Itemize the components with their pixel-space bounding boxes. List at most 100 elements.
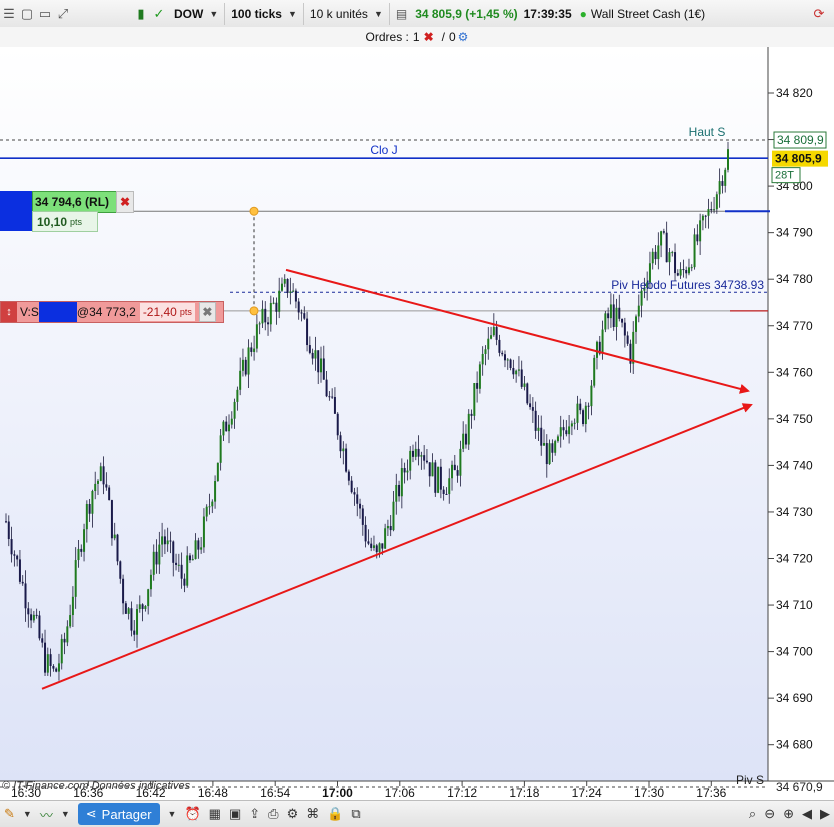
- orders-count-a: 1: [412, 30, 420, 44]
- candle-bear: [350, 480, 353, 493]
- candle-bear: [133, 630, 136, 635]
- share-button[interactable]: ⋖ Partager: [77, 803, 160, 825]
- order-long-price: 34 794,6 (RL): [35, 195, 110, 210]
- candle-bear: [13, 554, 16, 556]
- scroll-right-icon[interactable]: ▶: [816, 802, 834, 826]
- candle-bear: [294, 290, 297, 302]
- candle-bull: [478, 364, 481, 389]
- drawing-tools-icon[interactable]: ✎: [0, 802, 19, 826]
- window-split-icon[interactable]: ⧉: [347, 802, 364, 826]
- order-direction-icon[interactable]: ↕: [1, 301, 17, 322]
- candle-bear: [110, 500, 113, 539]
- close-order-icon[interactable]: ✖: [198, 301, 216, 322]
- candle-bear: [55, 668, 58, 672]
- window-icon[interactable]: ▢: [18, 5, 36, 23]
- candle-bull: [214, 481, 217, 502]
- units-label: 10 k unités: [309, 6, 368, 21]
- candle-bear: [30, 614, 33, 621]
- candle-bear: [322, 358, 325, 380]
- y-tick-label: 34 720: [776, 552, 813, 566]
- order-short-tag[interactable]: ↕ V:S @34 773,2 -21,40 pts ✖: [0, 300, 224, 323]
- candle-bear: [35, 614, 38, 616]
- candle-bear: [367, 541, 370, 544]
- indicators-icon[interactable]: 〰: [36, 802, 57, 826]
- candle-bear: [24, 583, 27, 609]
- candle-bull: [420, 455, 423, 457]
- order-short-handle: [249, 306, 259, 316]
- scroll-left-icon[interactable]: ◀: [798, 802, 816, 826]
- candle-bear: [347, 471, 350, 481]
- candle-bear: [108, 487, 111, 501]
- green-check-icon[interactable]: ✓: [150, 5, 168, 23]
- ticks-select[interactable]: 100 ticks ▼: [225, 2, 304, 25]
- candle-bear: [44, 642, 47, 673]
- screenshot-icon[interactable]: ▣: [225, 802, 245, 826]
- candle-bear: [612, 304, 615, 328]
- candle-bull: [289, 291, 292, 294]
- x-tick-label: 17:00: [322, 786, 353, 800]
- units-select[interactable]: 10 k unités ▼: [304, 2, 390, 25]
- candle-bear: [623, 322, 626, 336]
- candle-bear: [141, 604, 144, 609]
- export-icon[interactable]: ⇪: [245, 802, 264, 826]
- chevron-down-icon[interactable]: ▼: [19, 802, 36, 826]
- candle-bear: [119, 561, 122, 579]
- candle-bull: [205, 506, 208, 517]
- candle-bear: [445, 493, 448, 495]
- candle-bear: [470, 413, 473, 416]
- instrument-select[interactable]: DOW ▼: [168, 2, 226, 25]
- candle-bear: [696, 234, 699, 242]
- chevron-down-icon[interactable]: ▼: [57, 802, 74, 826]
- piv-hebdo-label: Piv Hebdo Futures 34738.93: [611, 278, 764, 292]
- alarm-icon[interactable]: ⏰: [180, 802, 204, 826]
- candle-bull: [269, 302, 272, 325]
- candle-bear: [328, 396, 331, 398]
- candle-bull: [492, 327, 495, 336]
- maximize-icon[interactable]: ⤢: [54, 5, 72, 23]
- chevron-down-icon[interactable]: ▼: [164, 802, 181, 826]
- zoom-in-icon[interactable]: ⊕: [779, 802, 798, 826]
- chevron-down-icon: ▼: [209, 8, 219, 19]
- calculator-icon[interactable]: ▦: [205, 802, 225, 826]
- candle-bear: [88, 503, 91, 514]
- candle-bear: [417, 448, 420, 457]
- cancel-orders-icon[interactable]: ✖: [424, 30, 434, 44]
- candle-bear: [464, 433, 467, 445]
- refresh-icon[interactable]: ⟳: [810, 5, 828, 23]
- zoom-fit-icon[interactable]: ⌕: [745, 802, 760, 826]
- menu-icon[interactable]: ☰: [0, 5, 18, 23]
- x-tick-label: 16:48: [198, 786, 228, 800]
- candle-bull: [241, 359, 244, 371]
- settings-icon[interactable]: ⚙: [283, 802, 303, 826]
- candle-bull: [191, 559, 194, 561]
- minimize-icon[interactable]: ▭: [36, 5, 54, 23]
- print-icon[interactable]: ⎙: [264, 802, 282, 826]
- candle-bull: [727, 149, 729, 170]
- x-tick-label: 17:24: [572, 786, 602, 800]
- candle-bear: [512, 368, 515, 375]
- zoom-out-icon[interactable]: ⊖: [760, 802, 779, 826]
- x-tick-label: 17:18: [509, 786, 539, 800]
- candle-bear: [250, 347, 253, 352]
- candle-bull: [177, 564, 180, 566]
- candle-bull: [138, 604, 141, 610]
- candle-bull: [668, 252, 671, 263]
- candle-bull: [77, 548, 80, 561]
- candle-bull: [431, 462, 434, 477]
- candle-bear: [16, 555, 19, 560]
- settings-icon[interactable]: ⚙: [458, 30, 469, 44]
- list-icon[interactable]: ▤: [396, 7, 407, 21]
- code-icon[interactable]: ⌘: [302, 802, 323, 826]
- close-order-icon[interactable]: ✖: [116, 191, 134, 214]
- candle-bull: [554, 441, 557, 453]
- candle-bull: [559, 427, 562, 437]
- candlestick-icon[interactable]: ▮: [132, 5, 150, 23]
- candle-bull: [66, 626, 69, 643]
- piv-s-label: Piv S: [736, 773, 764, 787]
- candle-bull: [283, 278, 286, 284]
- candle-bull: [253, 348, 256, 352]
- candle-bull: [99, 466, 102, 481]
- candle-bull: [632, 331, 635, 364]
- lock-icon[interactable]: 🔒: [323, 802, 347, 826]
- price-chart[interactable]: 34 680 34 690 34 700 34 710 34 720 34 730 34 7…: [0, 47, 834, 800]
